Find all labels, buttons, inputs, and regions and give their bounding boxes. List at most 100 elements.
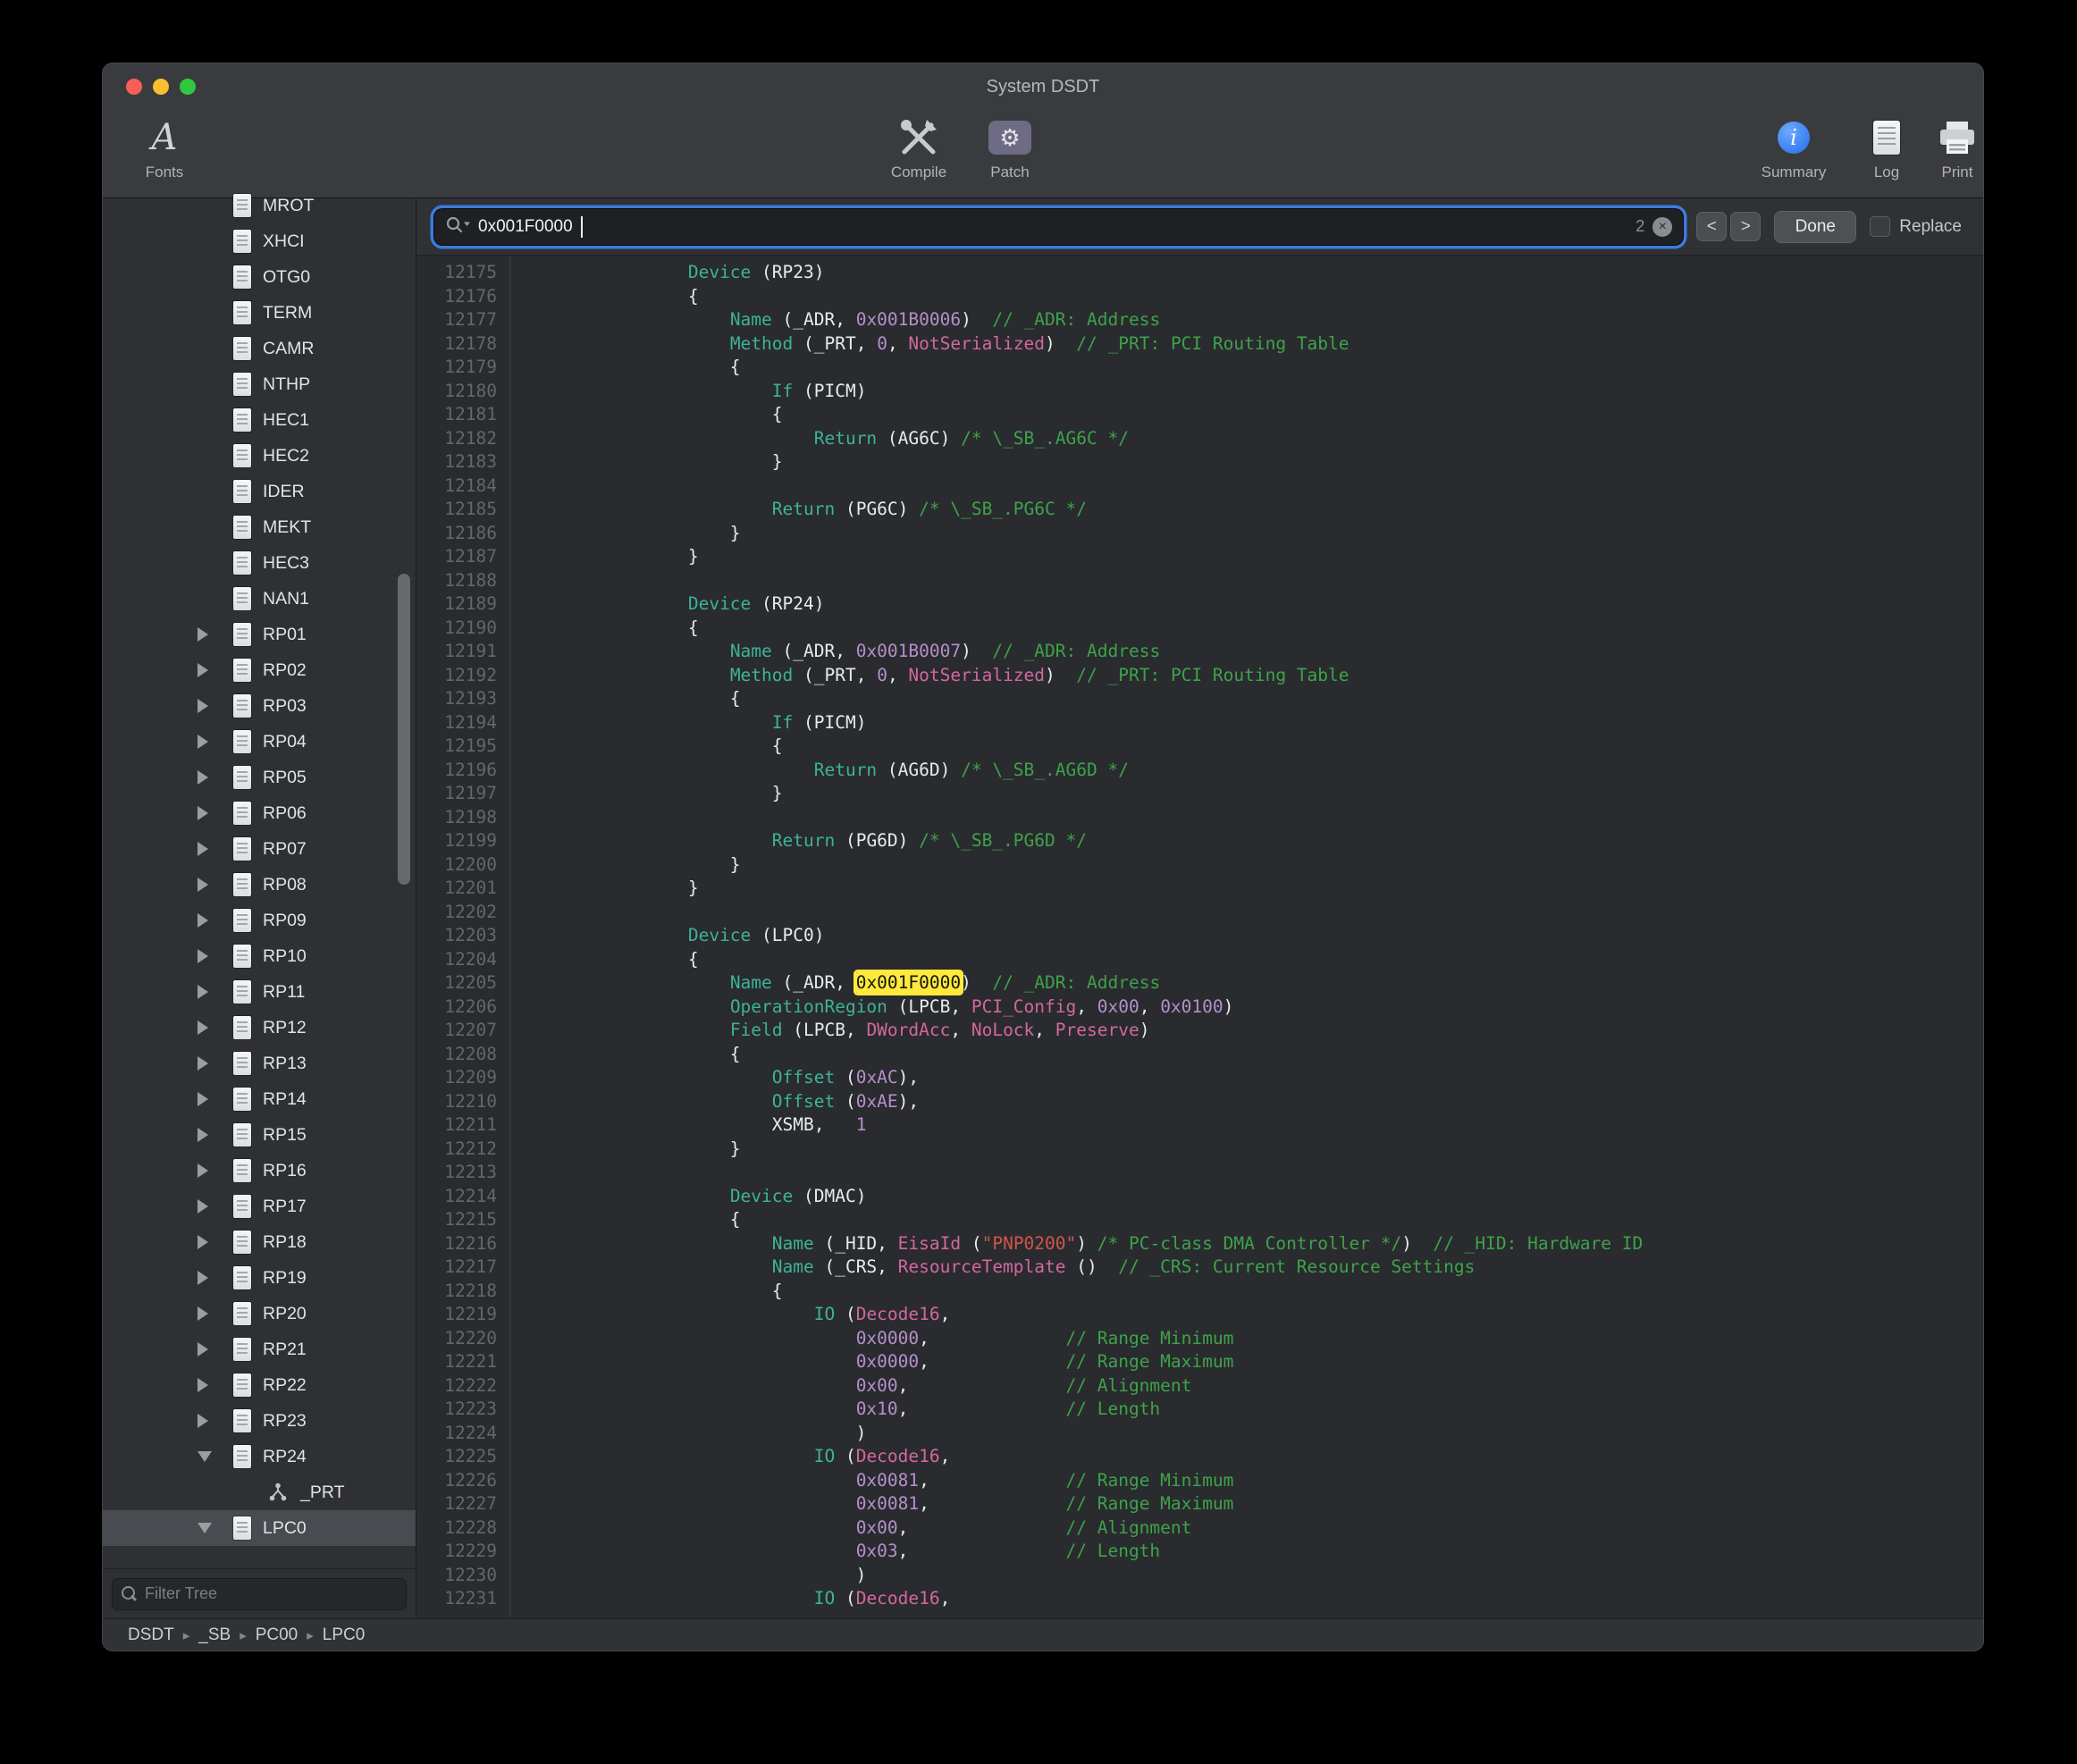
compile-button[interactable]: Compile	[870, 112, 968, 181]
sidebar-item-rp13[interactable]: RP13	[103, 1046, 416, 1081]
sidebar-item-otg0[interactable]: OTG0	[103, 259, 416, 295]
disclosure-triangle-icon[interactable]	[198, 735, 208, 749]
disclosure-triangle-icon[interactable]	[198, 949, 208, 963]
sidebar-scrollbar[interactable]	[398, 574, 410, 885]
disclosure-triangle-icon[interactable]	[198, 842, 208, 856]
disclosure-triangle-icon[interactable]	[198, 1128, 208, 1142]
sidebar-item-label: RP23	[263, 1411, 307, 1432]
document-icon	[233, 1088, 251, 1111]
disclosure-triangle-icon[interactable]	[198, 663, 208, 677]
disclosure-triangle-icon[interactable]	[198, 1342, 208, 1357]
disclosure-triangle-icon[interactable]	[198, 1235, 208, 1249]
document-icon	[233, 373, 251, 396]
disclosure-triangle-icon[interactable]	[198, 1523, 212, 1533]
disclosure-triangle-icon[interactable]	[198, 1056, 208, 1071]
breadcrumb-item[interactable]: _SB	[198, 1625, 231, 1645]
sidebar-item-nan1[interactable]: NAN1	[103, 581, 416, 617]
sidebar-item-rp08[interactable]: RP08	[103, 867, 416, 903]
sidebar-item-rp10[interactable]: RP10	[103, 938, 416, 974]
sidebar-item-hec1[interactable]: HEC1	[103, 402, 416, 438]
sidebar-item-lpc0[interactable]: LPC0	[103, 1510, 416, 1546]
sidebar-item-rp16[interactable]: RP16	[103, 1153, 416, 1189]
sidebar-item-rp11[interactable]: RP11	[103, 974, 416, 1010]
disclosure-triangle-icon[interactable]	[198, 1092, 208, 1106]
print-button[interactable]: Print	[1921, 112, 1984, 181]
disclosure-triangle-icon[interactable]	[198, 1021, 208, 1035]
titlebar[interactable]: System DSDT	[103, 63, 1983, 110]
done-button[interactable]: Done	[1774, 211, 1856, 243]
sidebar-item-rp15[interactable]: RP15	[103, 1117, 416, 1153]
disclosure-triangle-icon[interactable]	[198, 1271, 208, 1285]
patch-button[interactable]: ⚙ Patch	[971, 112, 1048, 181]
search-input[interactable]: 0x001F0000 2 ×	[434, 209, 1683, 245]
line-number: 12207	[416, 1019, 509, 1043]
code-line: 12225 IO (Decode16,	[416, 1445, 1983, 1469]
disclosure-triangle-icon[interactable]	[198, 699, 208, 713]
previous-match-button[interactable]: <	[1696, 212, 1727, 241]
disclosure-triangle-icon[interactable]	[198, 1378, 208, 1392]
sidebar-item-rp21[interactable]: RP21	[103, 1331, 416, 1367]
replace-checkbox[interactable]	[1870, 216, 1890, 237]
sidebar-item-rp24[interactable]: RP24	[103, 1439, 416, 1474]
line-number: 12185	[416, 498, 509, 522]
disclosure-triangle-icon[interactable]	[198, 985, 208, 999]
disclosure-triangle-icon[interactable]	[198, 1451, 212, 1462]
disclosure-triangle-icon[interactable]	[198, 770, 208, 785]
sidebar-item-mrot[interactable]: MROT	[103, 188, 416, 223]
code-editor[interactable]: 12175 Device (RP23)12176 {12177 Name (_A…	[416, 256, 1983, 1618]
sidebar-item-rp23[interactable]: RP23	[103, 1403, 416, 1439]
fonts-button[interactable]: A Fonts	[124, 112, 205, 181]
sidebar-item-label: RP04	[263, 732, 307, 752]
sidebar-item-rp05[interactable]: RP05	[103, 760, 416, 795]
sidebar-item-rp20[interactable]: RP20	[103, 1296, 416, 1331]
summary-button[interactable]: i Summary	[1749, 112, 1838, 181]
code-line: 12229 0x03, // Length	[416, 1540, 1983, 1564]
disclosure-triangle-icon[interactable]	[198, 1199, 208, 1214]
filter-tree-input[interactable]: Filter Tree	[112, 1578, 407, 1610]
sidebar-item-rp12[interactable]: RP12	[103, 1010, 416, 1046]
sidebar-item-label: RP01	[263, 625, 307, 645]
sidebar-item-rp17[interactable]: RP17	[103, 1189, 416, 1224]
sidebar-item-ider[interactable]: IDER	[103, 474, 416, 509]
breadcrumb-item[interactable]: LPC0	[323, 1625, 366, 1645]
disclosure-triangle-icon[interactable]	[198, 1414, 208, 1428]
disclosure-triangle-icon[interactable]	[198, 913, 208, 928]
sidebar-item-rp19[interactable]: RP19	[103, 1260, 416, 1296]
sidebar-item-hec3[interactable]: HEC3	[103, 545, 416, 581]
sidebar-item-label: RP05	[263, 768, 307, 788]
breadcrumb-item[interactable]: DSDT	[128, 1625, 174, 1645]
sidebar-item-rp14[interactable]: RP14	[103, 1081, 416, 1117]
sidebar-item-rp02[interactable]: RP02	[103, 652, 416, 688]
clear-search-icon[interactable]: ×	[1652, 217, 1672, 237]
disclosure-triangle-icon[interactable]	[198, 878, 208, 892]
sidebar-item-rp07[interactable]: RP07	[103, 831, 416, 867]
sidebar-item-rp09[interactable]: RP09	[103, 903, 416, 938]
sidebar-tree[interactable]: MROTXHCIOTG0TERMCAMRNTHPHEC1HEC2IDERMEKT…	[103, 188, 416, 1568]
log-button[interactable]: Log	[1854, 112, 1919, 181]
sidebar-item-nthp[interactable]: NTHP	[103, 366, 416, 402]
breadcrumb-item[interactable]: PC00	[256, 1625, 299, 1645]
sidebar-item-term[interactable]: TERM	[103, 295, 416, 331]
document-icon	[233, 194, 251, 217]
sidebar-item-label: RP11	[263, 982, 305, 1003]
disclosure-triangle-icon[interactable]	[198, 1306, 208, 1321]
sidebar-item-xhci[interactable]: XHCI	[103, 223, 416, 259]
next-match-button[interactable]: >	[1730, 212, 1761, 241]
line-number: 12199	[416, 829, 509, 853]
sidebar-item-hec2[interactable]: HEC2	[103, 438, 416, 474]
search-menu-icon[interactable]	[445, 215, 470, 238]
sidebar-item-rp06[interactable]: RP06	[103, 795, 416, 831]
sidebar-item-_prt[interactable]: _PRT	[103, 1474, 416, 1510]
sidebar-item-rp01[interactable]: RP01	[103, 617, 416, 652]
code-line: 12195 {	[416, 735, 1983, 759]
sidebar-item-camr[interactable]: CAMR	[103, 331, 416, 366]
sidebar-item-rp18[interactable]: RP18	[103, 1224, 416, 1260]
disclosure-triangle-icon[interactable]	[198, 1163, 208, 1178]
sidebar-item-rp22[interactable]: RP22	[103, 1367, 416, 1403]
disclosure-triangle-icon[interactable]	[198, 627, 208, 642]
disclosure-triangle-icon[interactable]	[198, 806, 208, 820]
sidebar-item-mekt[interactable]: MEKT	[103, 509, 416, 545]
line-number: 12193	[416, 687, 509, 711]
sidebar-item-rp04[interactable]: RP04	[103, 724, 416, 760]
sidebar-item-rp03[interactable]: RP03	[103, 688, 416, 724]
